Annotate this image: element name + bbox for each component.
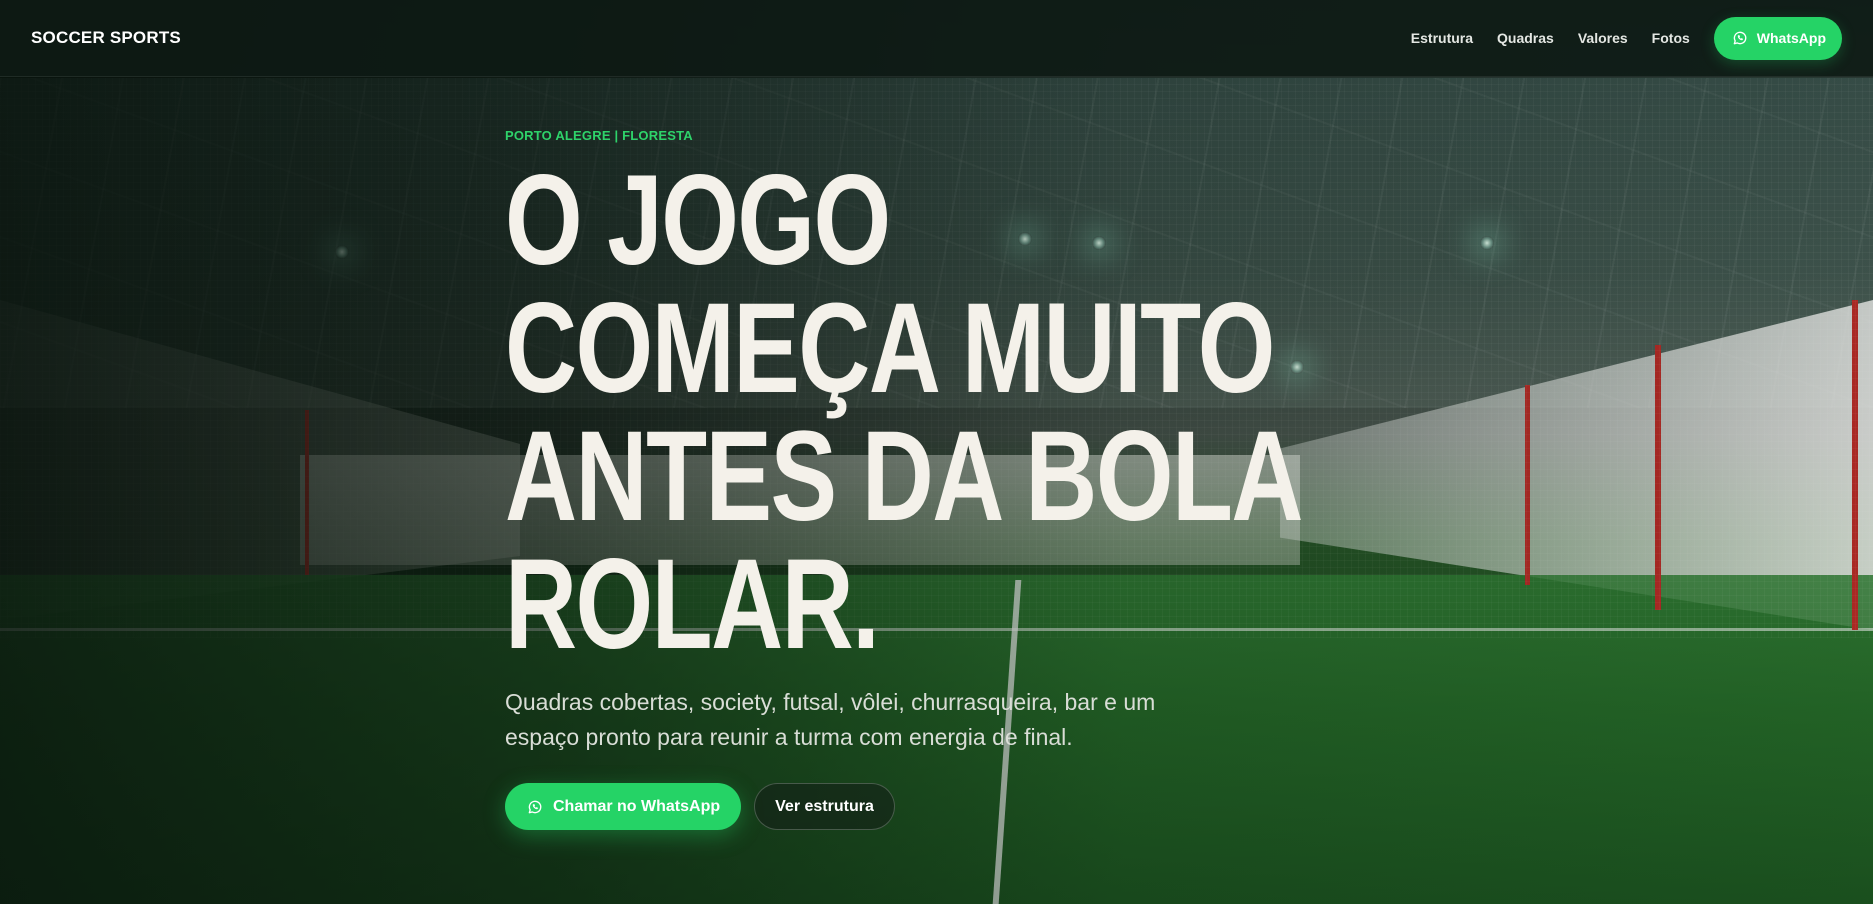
ceiling-light <box>335 245 349 259</box>
nav-link-estrutura[interactable]: Estrutura <box>1411 30 1473 46</box>
ceiling-light <box>1480 236 1494 250</box>
hero-content: PORTO ALEGRE | FLORESTA O JOGO COMEÇA MU… <box>505 128 1303 830</box>
headline-line: O JOGO <box>505 149 891 292</box>
goal-net-pole <box>1852 300 1858 630</box>
brand-logo[interactable]: SOCCER SPORTS <box>31 28 181 48</box>
hero-actions: Chamar no WhatsApp Ver estrutura <box>505 783 1265 830</box>
top-navbar: SOCCER SPORTS Estrutura Quadras Valores … <box>0 0 1873 77</box>
goal-net-pole <box>1525 385 1530 585</box>
nav-link-fotos[interactable]: Fotos <box>1652 30 1690 46</box>
nav-link-valores[interactable]: Valores <box>1578 30 1628 46</box>
headline-line: ROLAR. <box>505 533 880 676</box>
nav-links: Estrutura Quadras Valores Fotos WhatsApp <box>1411 16 1842 60</box>
whatsapp-icon <box>1732 30 1748 46</box>
whatsapp-nav-label: WhatsApp <box>1756 30 1826 46</box>
location-tag: PORTO ALEGRE | FLORESTA <box>505 128 693 143</box>
arena-left-wall <box>0 300 520 620</box>
call-whatsapp-label: Chamar no WhatsApp <box>553 797 721 815</box>
headline-line: COMEÇA MUITO <box>505 277 1275 420</box>
goal-net-pole <box>1655 345 1661 610</box>
headline-line: ANTES DA BOLA <box>505 405 1303 548</box>
whatsapp-icon <box>527 799 543 815</box>
goal-net-pole <box>305 410 309 575</box>
view-structure-button[interactable]: Ver estrutura <box>754 783 895 830</box>
ceiling-light <box>1290 360 1304 374</box>
hero-headline: O JOGO COMEÇA MUITO ANTES DA BOLA ROLAR. <box>505 149 1303 676</box>
call-whatsapp-button[interactable]: Chamar no WhatsApp <box>505 783 742 830</box>
nav-link-quadras[interactable]: Quadras <box>1497 30 1554 46</box>
whatsapp-nav-button[interactable]: WhatsApp <box>1713 16 1842 60</box>
hero-subtitle: Quadras cobertas, society, futsal, vôlei… <box>505 689 1156 750</box>
arena-right-wall <box>1280 300 1873 630</box>
hero-section: SOCCER SPORTS Estrutura Quadras Valores … <box>0 0 1873 904</box>
